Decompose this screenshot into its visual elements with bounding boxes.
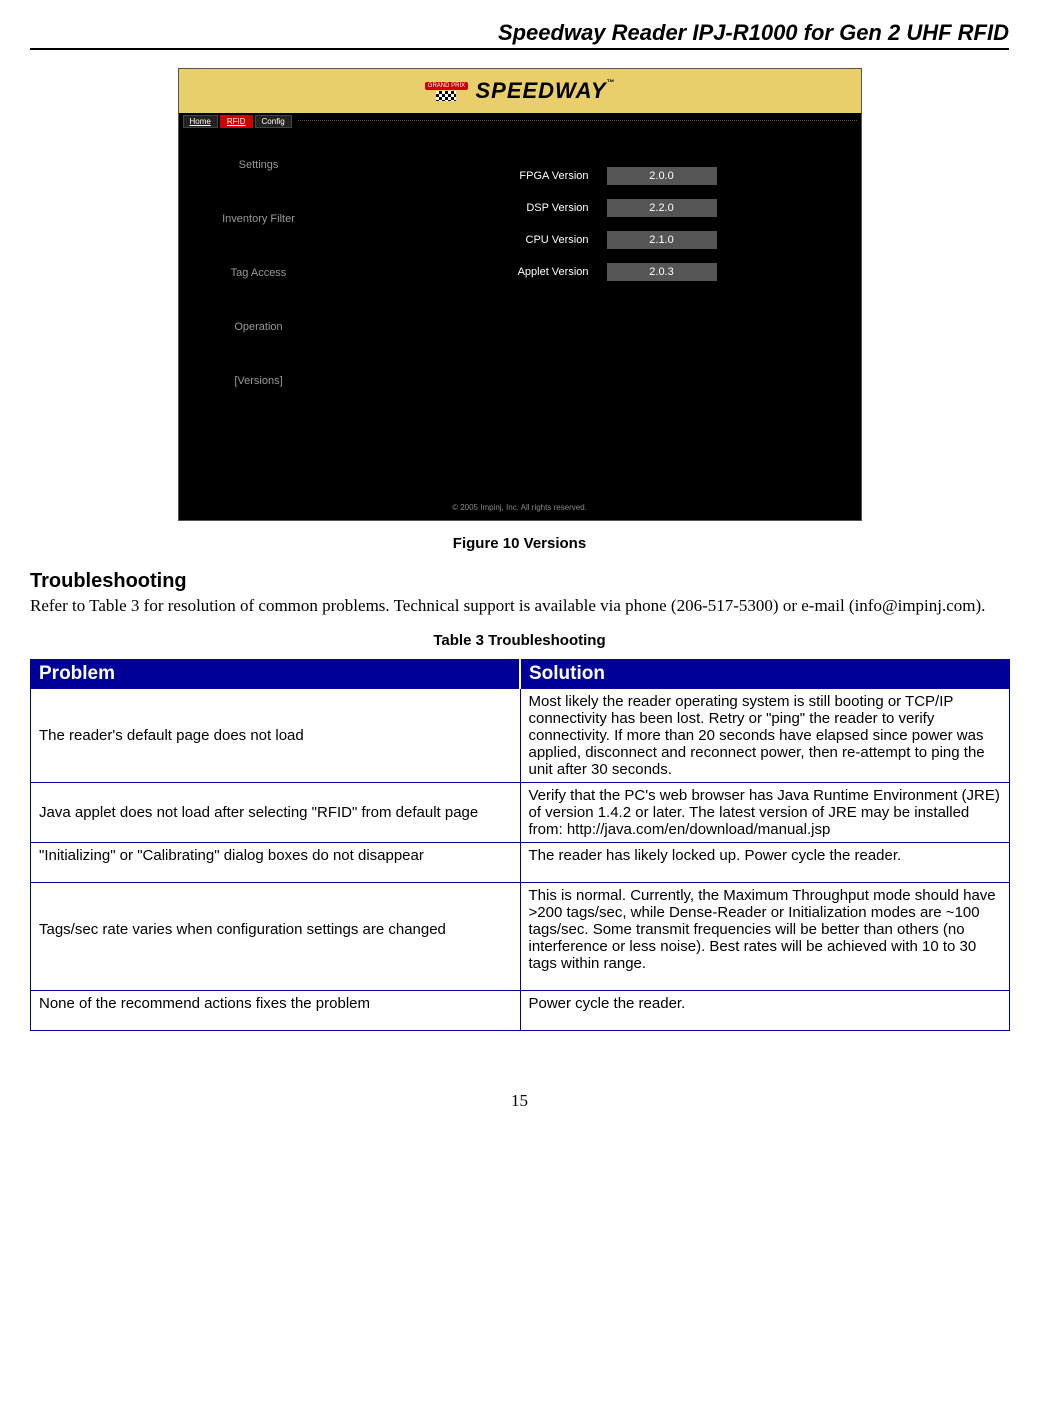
tab-divider	[298, 120, 857, 122]
sidebar-item-versions[interactable]: [Versions]	[234, 375, 282, 387]
tab-rfid[interactable]: RFID	[220, 115, 253, 128]
version-row-dsp: DSP Version 2.2.0	[339, 199, 861, 217]
cpu-value: 2.1.0	[607, 231, 717, 249]
problem-cell: "Initializing" or "Calibrating" dialog b…	[31, 843, 521, 883]
version-row-fpga: FPGA Version 2.0.0	[339, 167, 861, 185]
table-row: The reader's default page does not load …	[31, 689, 1010, 783]
page-number: 15	[30, 1091, 1009, 1111]
solution-cell: Most likely the reader operating system …	[520, 689, 1010, 783]
table-header-row: Problem Solution	[31, 660, 1010, 689]
app-footer: © 2005 Impinj, Inc. All rights reserved.	[179, 499, 861, 520]
document-header: Speedway Reader IPJ-R1000 for Gen 2 UHF …	[30, 20, 1009, 50]
tab-home[interactable]: Home	[183, 115, 218, 128]
version-row-cpu: CPU Version 2.1.0	[339, 231, 861, 249]
grandprix-badge-icon: GRAND PRIX	[423, 76, 469, 106]
badge-text: GRAND PRIX	[425, 82, 468, 90]
app-body: Settings Inventory Filter Tag Access Ope…	[179, 129, 861, 499]
sidebar-item-operation[interactable]: Operation	[234, 321, 282, 333]
applet-value: 2.0.3	[607, 263, 717, 281]
applet-label: Applet Version	[479, 266, 589, 278]
table-row: None of the recommend actions fixes the …	[31, 991, 1010, 1031]
col-solution: Solution	[520, 660, 1010, 689]
solution-cell: This is normal. Currently, the Maximum T…	[520, 883, 1010, 991]
fpga-label: FPGA Version	[479, 170, 589, 182]
cpu-label: CPU Version	[479, 234, 589, 246]
sidebar-item-tag-access[interactable]: Tag Access	[231, 267, 287, 279]
table-row: Java applet does not load after selectin…	[31, 783, 1010, 843]
problem-cell: None of the recommend actions fixes the …	[31, 991, 521, 1031]
problem-cell: The reader's default page does not load	[31, 689, 521, 783]
sidebar-item-inventory-filter[interactable]: Inventory Filter	[222, 213, 295, 225]
table-row: "Initializing" or "Calibrating" dialog b…	[31, 843, 1010, 883]
col-problem: Problem	[31, 660, 521, 689]
troubleshooting-table: Problem Solution The reader's default pa…	[30, 659, 1010, 1031]
table-caption: Table 3 Troubleshooting	[30, 632, 1009, 649]
speedway-logo: SPEEDWAY™	[475, 78, 615, 104]
sidebar-item-settings[interactable]: Settings	[239, 159, 279, 171]
dsp-label: DSP Version	[479, 202, 589, 214]
solution-cell: Power cycle the reader.	[520, 991, 1010, 1031]
logo-text: SPEEDWAY	[475, 78, 606, 103]
app-tabbar: Home RFID Config	[179, 113, 861, 129]
app-sidebar: Settings Inventory Filter Tag Access Ope…	[179, 129, 339, 499]
fpga-value: 2.0.0	[607, 167, 717, 185]
solution-cell: Verify that the PC's web browser has Jav…	[520, 783, 1010, 843]
troubleshooting-heading: Troubleshooting	[30, 570, 1009, 593]
solution-cell: The reader has likely locked up. Power c…	[520, 843, 1010, 883]
problem-cell: Tags/sec rate varies when configuration …	[31, 883, 521, 991]
screenshot-container: GRAND PRIX SPEEDWAY™ Home RFID Config Se…	[30, 68, 1009, 521]
dsp-value: 2.2.0	[607, 199, 717, 217]
app-main: FPGA Version 2.0.0 DSP Version 2.2.0 CPU…	[339, 129, 861, 499]
tab-config[interactable]: Config	[255, 115, 292, 128]
app-banner: GRAND PRIX SPEEDWAY™	[179, 69, 861, 113]
logo-tm: ™	[607, 78, 616, 87]
troubleshooting-body: Refer to Table 3 for resolution of commo…	[30, 595, 1009, 616]
problem-cell: Java applet does not load after selectin…	[31, 783, 521, 843]
table-row: Tags/sec rate varies when configuration …	[31, 883, 1010, 991]
checkered-flag-icon	[436, 91, 456, 101]
app-screenshot: GRAND PRIX SPEEDWAY™ Home RFID Config Se…	[178, 68, 862, 521]
figure-caption: Figure 10 Versions	[30, 535, 1009, 552]
version-row-applet: Applet Version 2.0.3	[339, 263, 861, 281]
